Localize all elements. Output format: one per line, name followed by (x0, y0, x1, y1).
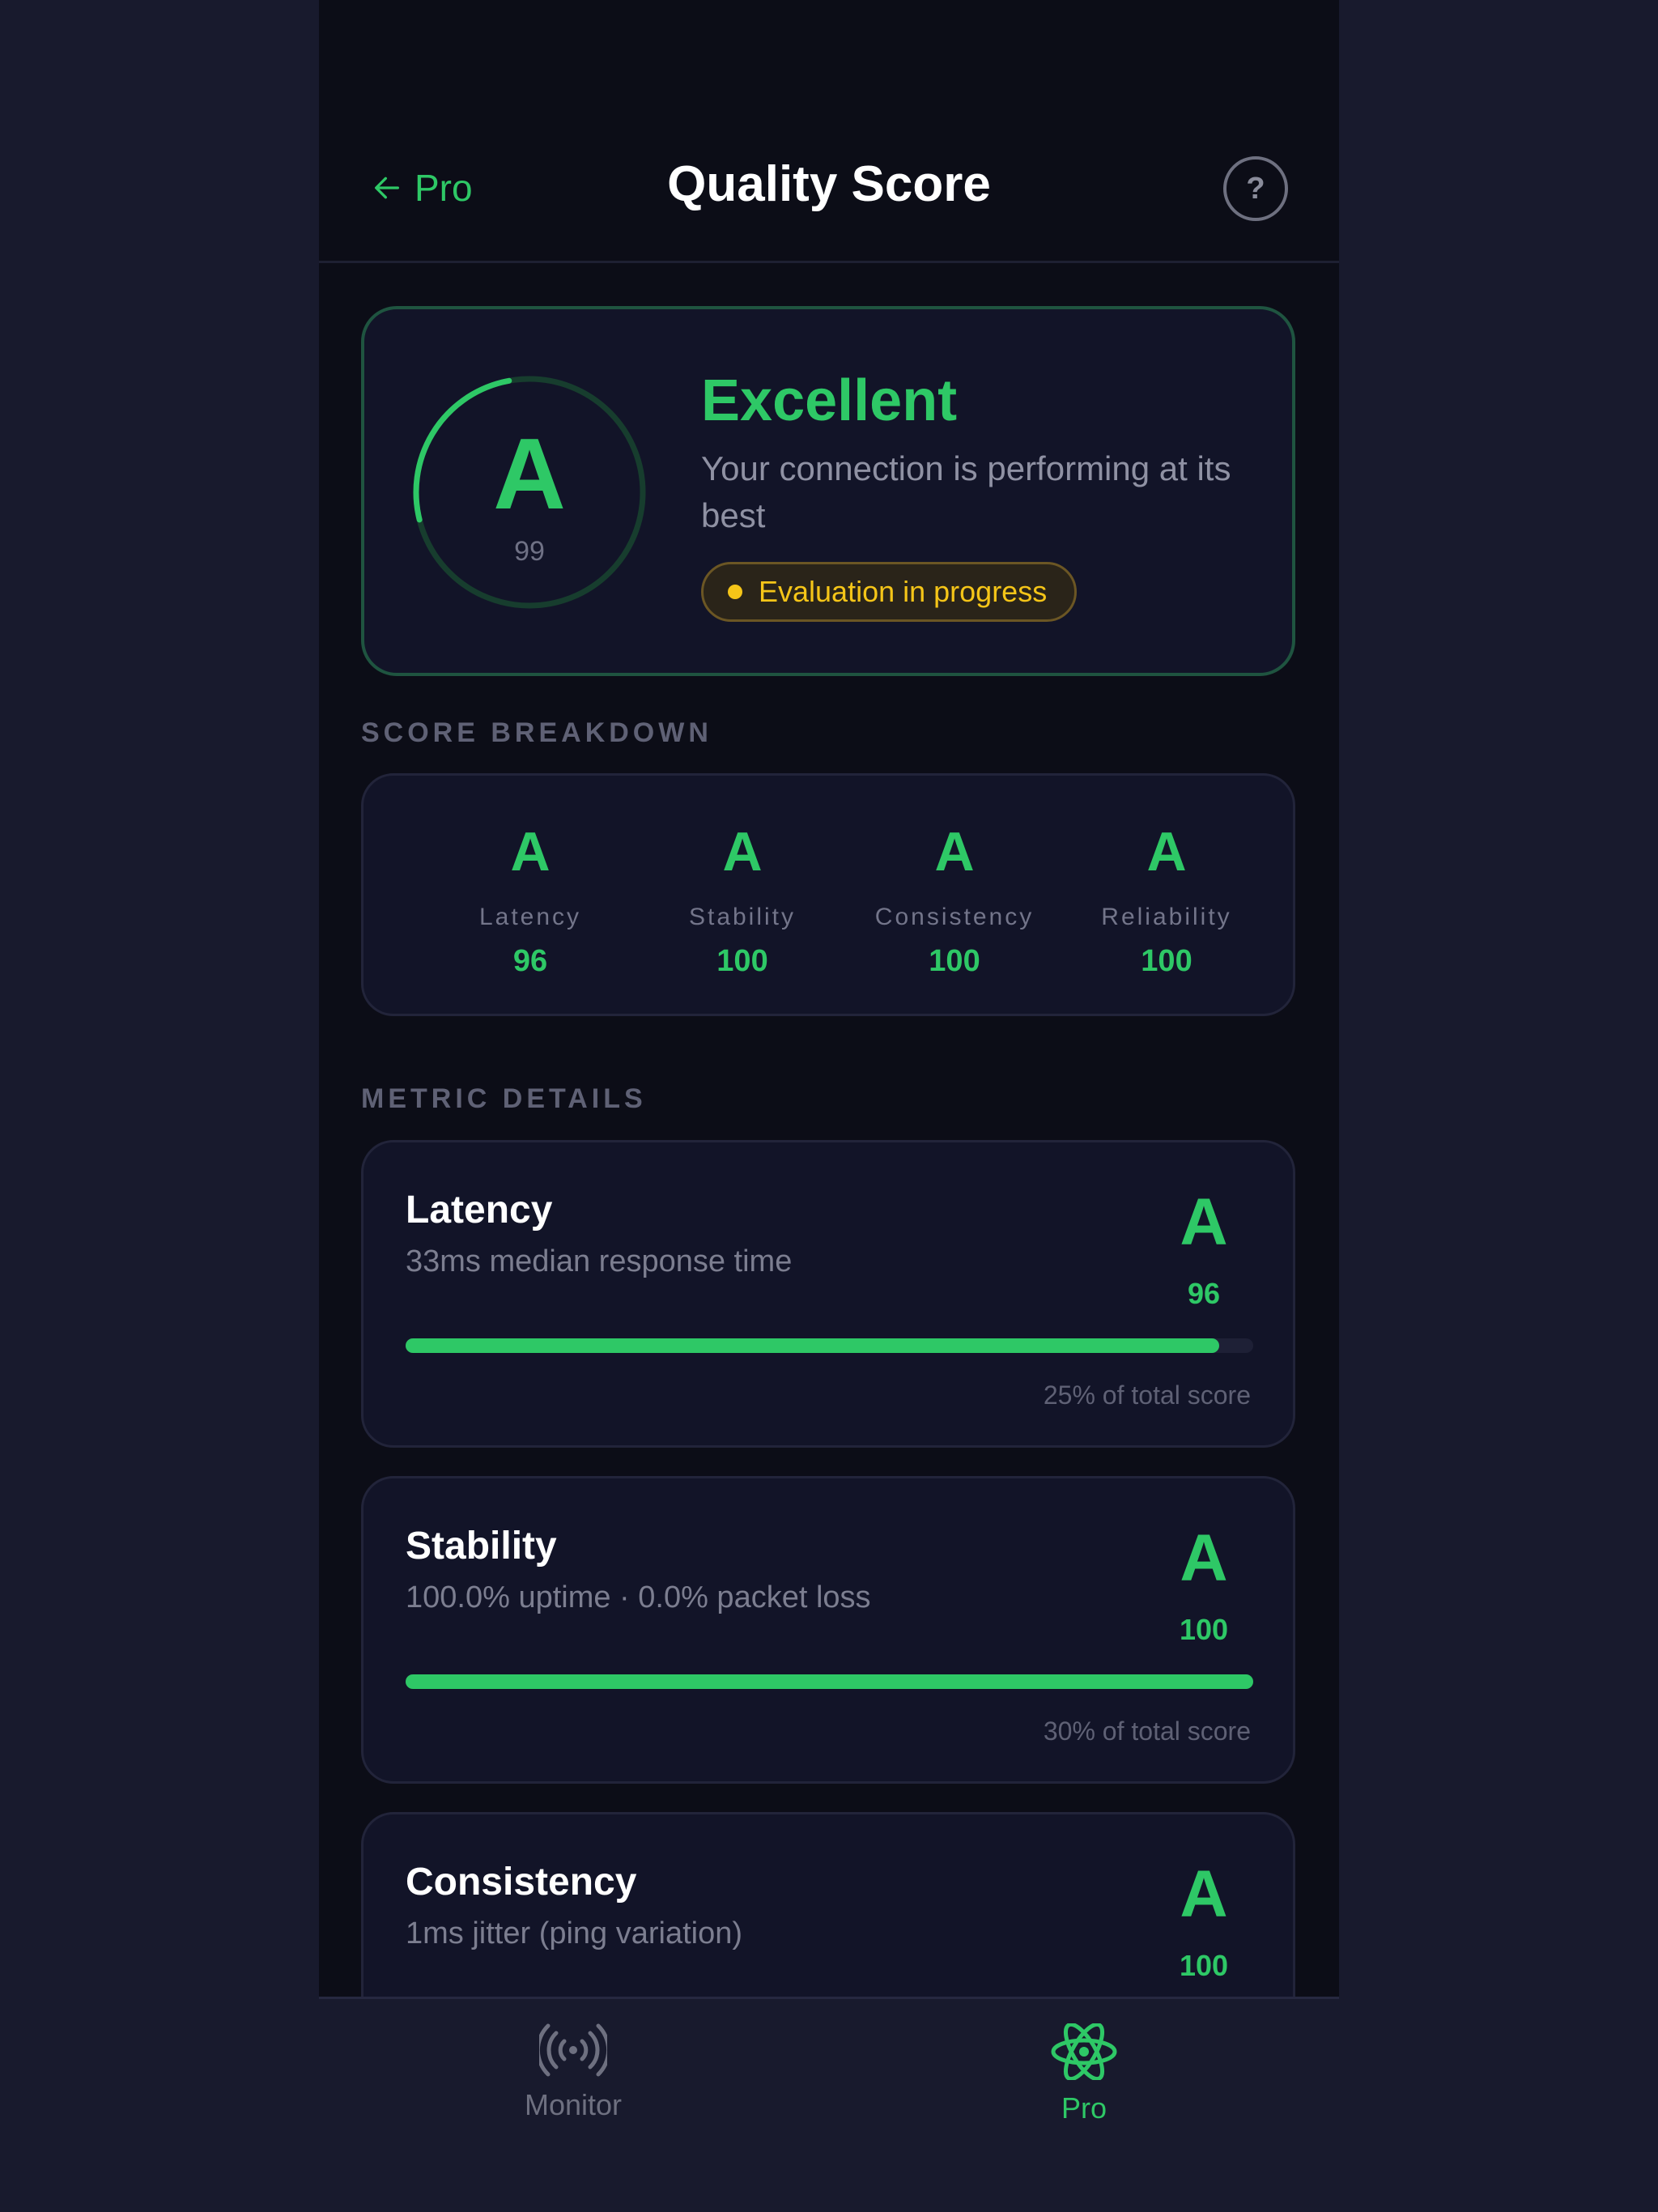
overall-score: 99 (514, 536, 545, 567)
metric-weight: 25% of total score (1043, 1380, 1251, 1410)
metric-score: 100 (1179, 1613, 1229, 1646)
score-breakdown-card: A Latency 96 A Stability 100 A Consisten… (361, 773, 1295, 1016)
breakdown-item-reliability: A Reliability 100 (1061, 824, 1273, 979)
breakdown-item-stability: A Stability 100 (636, 824, 848, 979)
metric-card-latency[interactable]: Latency 33ms median response time A 96 2… (361, 1140, 1295, 1448)
metric-name: Consistency (406, 1861, 637, 1904)
metric-progress-bar (406, 1674, 1253, 1689)
score-ring: A 99 (411, 374, 648, 610)
rating-title: Excellent (701, 368, 958, 433)
score-breakdown-heading: SCORE BREAKDOWN (361, 717, 712, 748)
overall-grade: A (493, 419, 566, 530)
help-button[interactable]: ? (1223, 156, 1288, 221)
breakdown-label: Stability (688, 904, 797, 930)
metric-score: 100 (1179, 1949, 1229, 1982)
breakdown-grade: A (934, 821, 975, 883)
metric-progress-track (406, 1338, 1253, 1353)
breakdown-label: Latency (478, 904, 582, 930)
metric-progress-bar (406, 1338, 1220, 1353)
metric-card-stability[interactable]: Stability 100.0% uptime · 0.0% packet lo… (361, 1476, 1295, 1784)
status-badge: Evaluation in progress (701, 562, 1078, 622)
broadcast-icon (539, 2023, 607, 2077)
breakdown-label: Consistency (874, 904, 1035, 930)
breakdown-item-latency: A Latency 96 (424, 824, 636, 979)
header: Pro Quality Score ? (319, 0, 1339, 263)
breakdown-label: Reliability (1101, 904, 1232, 930)
breakdown-score: 100 (929, 944, 980, 978)
metric-grade: A (1180, 1857, 1228, 1931)
metric-grade: A (1180, 1185, 1228, 1259)
breakdown-item-consistency: A Consistency 100 (848, 824, 1061, 979)
metric-description: 33ms median response time (406, 1244, 793, 1278)
metric-progress-track (406, 1674, 1253, 1689)
status-dot-icon (728, 585, 742, 599)
breakdown-grade: A (1146, 821, 1187, 883)
metric-name: Stability (406, 1525, 557, 1568)
breakdown-grade: A (510, 821, 551, 883)
metric-details-heading: METRIC DETAILS (361, 1083, 647, 1114)
page-title: Quality Score (667, 156, 991, 212)
metric-description: 100.0% uptime · 0.0% packet loss (406, 1580, 871, 1614)
metric-score: 96 (1187, 1277, 1221, 1310)
breakdown-score: 100 (1141, 944, 1192, 978)
tab-monitor[interactable]: Monitor (452, 2023, 695, 2122)
metric-name: Latency (406, 1189, 553, 1231)
help-icon: ? (1246, 171, 1265, 206)
metric-description: 1ms jitter (ping variation) (406, 1916, 743, 1950)
breakdown-grade: A (722, 821, 763, 883)
tab-bar: Monitor Pro (319, 1997, 1339, 2212)
score-summary-card: A 99 Excellent Your connection is perfor… (361, 306, 1295, 676)
tab-label: Pro (1061, 2091, 1107, 2125)
atom-icon (1051, 2023, 1117, 2080)
app-screen: Pro Quality Score ? A 99 Excellent Your … (319, 0, 1339, 2212)
metric-grade: A (1180, 1521, 1228, 1595)
status-text: Evaluation in progress (759, 575, 1048, 608)
metric-weight: 30% of total score (1043, 1716, 1251, 1746)
rating-description: Your connection is performing at its bes… (701, 449, 1231, 534)
breakdown-score: 100 (716, 944, 768, 978)
breakdown-score: 96 (512, 944, 548, 978)
tab-pro[interactable]: Pro (963, 2023, 1205, 2125)
tab-label: Monitor (524, 2088, 623, 2121)
